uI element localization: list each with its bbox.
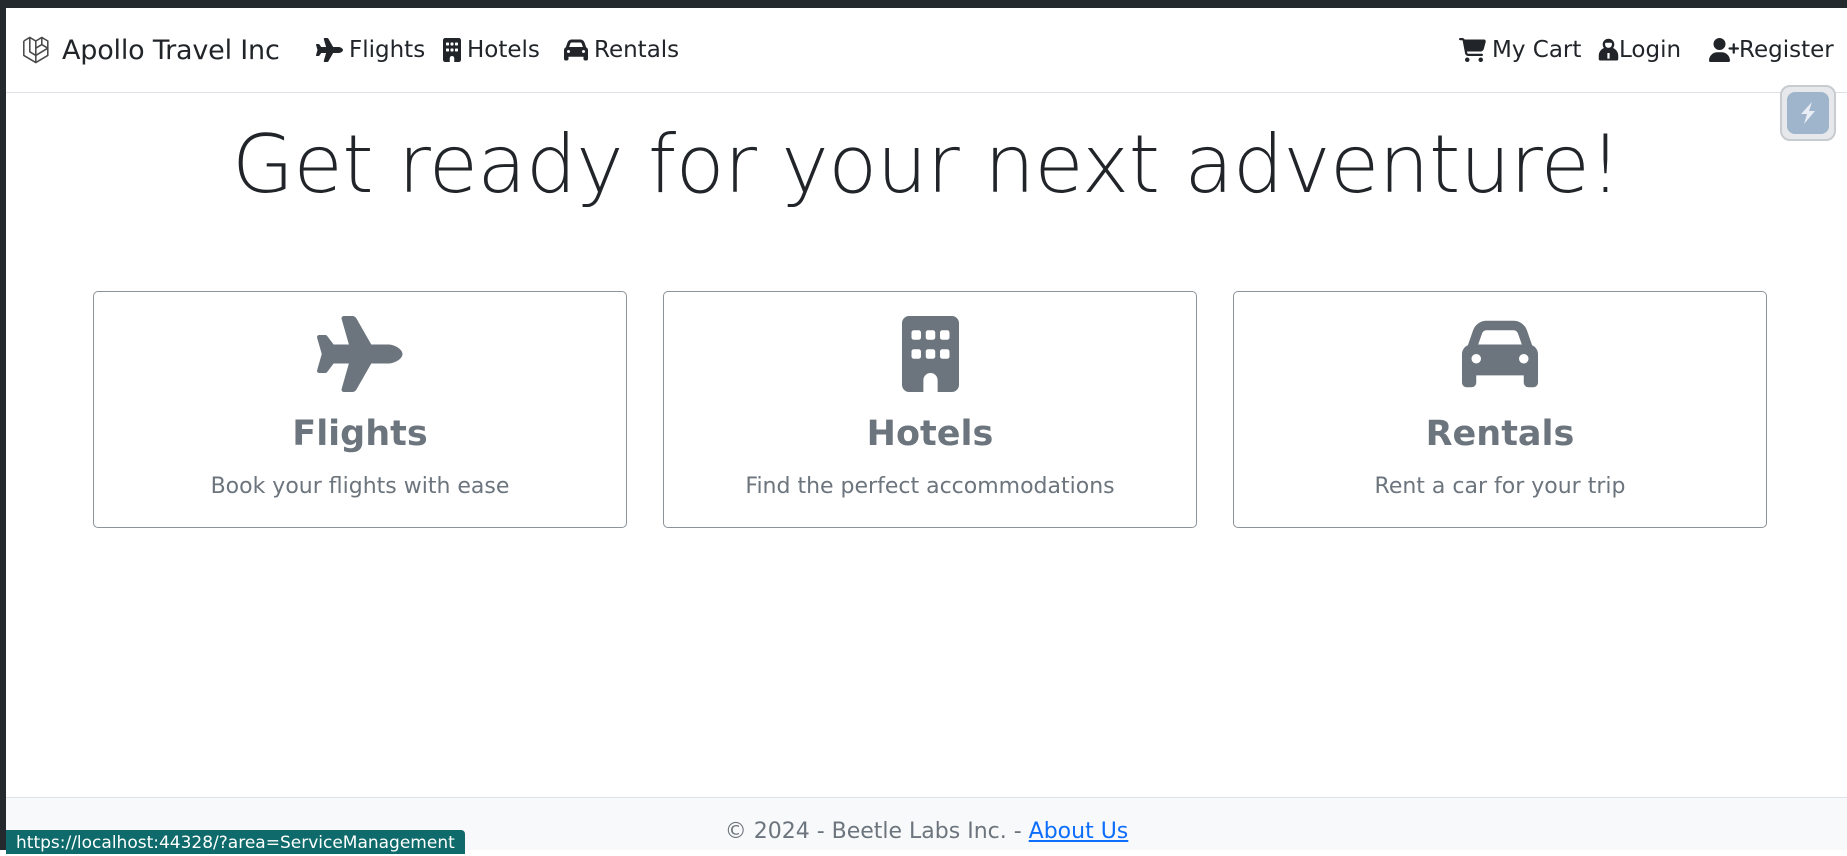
- card-rentals[interactable]: Rentals Rent a car for your trip: [1233, 291, 1767, 528]
- navbar: Apollo Travel Inc Flights Hotels Rentals…: [6, 8, 1847, 93]
- nav-link-cart[interactable]: My Cart: [1459, 34, 1581, 66]
- card-title: Flights: [292, 414, 428, 454]
- footer-copyright: © 2024 - Beetle Labs Inc. -: [724, 819, 1029, 844]
- nav-link-label: Login: [1619, 37, 1682, 63]
- building-icon: [901, 316, 959, 392]
- plane-icon: [317, 316, 403, 392]
- nav-link-label: My Cart: [1492, 37, 1582, 63]
- nav-link-label: Hotels: [467, 37, 540, 63]
- card-icon-wrap: [94, 316, 626, 392]
- status-bar-url: https://localhost:44328/?area=ServiceMan…: [6, 830, 465, 854]
- card-flights[interactable]: Flights Book your flights with ease: [93, 291, 627, 528]
- car-icon: [564, 39, 588, 61]
- nav-link-flights[interactable]: Flights: [316, 34, 425, 66]
- card-description: Book your flights with ease: [210, 474, 510, 499]
- nav-link-register[interactable]: Register: [1709, 34, 1834, 66]
- card-icon-wrap: [1234, 316, 1766, 392]
- card-title: Rentals: [1425, 414, 1575, 454]
- user-secret-icon: [1598, 38, 1619, 61]
- window-frame-top: [0, 0, 1847, 8]
- hero-title: Get ready for your next adventure!: [232, 118, 1621, 211]
- card-hotels[interactable]: Hotels Find the perfect accommodations: [663, 291, 1197, 528]
- card-description: Find the perfect accommodations: [745, 474, 1115, 499]
- card-description: Rent a car for your trip: [1374, 474, 1626, 499]
- laravel-logo-icon: [23, 36, 49, 64]
- brand-name: Apollo Travel Inc: [62, 34, 280, 66]
- plane-icon: [316, 38, 343, 62]
- card-icon-wrap: [664, 316, 1196, 392]
- building-icon: [443, 38, 461, 62]
- nav-link-rentals[interactable]: Rentals: [564, 34, 679, 66]
- nav-link-label: Rentals: [594, 37, 680, 63]
- user-plus-icon: [1709, 38, 1739, 62]
- brand-link[interactable]: Apollo Travel Inc: [22, 30, 280, 70]
- nav-link-label: Flights: [349, 37, 426, 63]
- card-title: Hotels: [866, 414, 994, 454]
- nav-link-login[interactable]: Login: [1598, 34, 1681, 66]
- car-icon: [1462, 320, 1538, 388]
- nav-link-hotels[interactable]: Hotels: [443, 34, 540, 66]
- cart-icon: [1459, 38, 1486, 62]
- nav-link-label: Register: [1739, 37, 1834, 63]
- about-us-link[interactable]: About Us: [1029, 819, 1129, 844]
